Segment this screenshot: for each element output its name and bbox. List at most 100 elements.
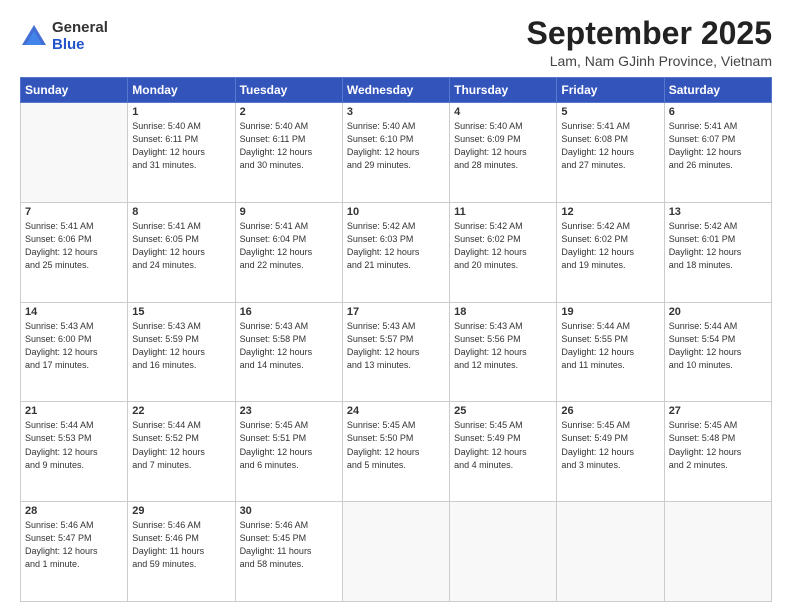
day-number: 6 [669, 106, 767, 118]
table-row: 13Sunrise: 5:42 AM Sunset: 6:01 PM Dayli… [664, 202, 771, 302]
table-row [664, 502, 771, 602]
logo-icon [20, 23, 48, 51]
table-row: 12 Sunrise: 5:42 AM Sunset: 6:02 PM Dayli… [557, 202, 664, 302]
day-number: 11 [454, 206, 552, 218]
logo-text: General Blue [52, 20, 108, 53]
table-row: 16Sunrise: 5:43 AM Sunset: 5:58 PM Dayli… [235, 302, 342, 402]
day-info: Sunrise: 5:40 AM Sunset: 6:11 PM Dayligh… [132, 120, 230, 172]
day-info: Sunrise: 5:46 AM Sunset: 5:46 PM Dayligh… [132, 519, 230, 571]
day-info: Sunrise: 5:44 AM Sunset: 5:52 PM Dayligh… [132, 419, 230, 471]
table-row: 30 Sunrise: 5:46 AM Sunset: 5:45 PM Dayli… [235, 502, 342, 602]
table-row: 27 Sunrise: 5:45 AM Sunset: 5:48 PM Dayli… [664, 402, 771, 502]
table-row: 7 Sunrise: 5:41 AM Sunset: 6:06 PM Daylig… [21, 202, 128, 302]
day-info: Sunrise: 5:42 AM Sunset: 6:02 PM Dayligh… [561, 220, 659, 272]
calendar-week-row: 1 Sunrise: 5:40 AM Sunset: 6:11 PM Daylig… [21, 103, 772, 203]
day-info: Sunrise: 5:41 AM Sunset: 6:05 PM Dayligh… [132, 220, 230, 272]
day-info: Sunrise: 5:40 AM Sunset: 6:09 PM Dayligh… [454, 120, 552, 172]
location-subtitle: Lam, Nam GJinh Province, Vietnam [527, 53, 772, 69]
day-info: Sunrise: 5:45 AM Sunset: 5:50 PM Dayligh… [347, 419, 445, 471]
day-info: Sunrise: 5:41 AM Sunset: 6:08 PM Dayligh… [561, 120, 659, 172]
day-number: 4 [454, 106, 552, 118]
day-number: 2 [240, 106, 338, 118]
logo-blue-text: Blue [52, 37, 108, 54]
day-number: 13 [669, 206, 767, 218]
table-row: 19 Sunrise: 5:44 AM Sunset: 5:55 PM Dayli… [557, 302, 664, 402]
col-thursday: Thursday [450, 78, 557, 103]
table-row: 8 Sunrise: 5:41 AM Sunset: 6:05 PM Daylig… [128, 202, 235, 302]
title-block: September 2025 Lam, Nam GJinh Province, … [527, 16, 772, 69]
day-info: Sunrise: 5:45 AM Sunset: 5:48 PM Dayligh… [669, 419, 767, 471]
calendar-week-row: 28 Sunrise: 5:46 AM Sunset: 5:47 PM Dayli… [21, 502, 772, 602]
day-number: 12 [561, 206, 659, 218]
day-number: 17 [347, 306, 445, 318]
day-info: Sunrise: 5:42 AM Sunset: 6:03 PM Dayligh… [347, 220, 445, 272]
day-info: Sunrise: 5:43 AM Sunset: 5:59 PM Dayligh… [132, 320, 230, 372]
header: General Blue September 2025 Lam, Nam GJi… [20, 16, 772, 69]
day-number: 7 [25, 206, 123, 218]
table-row: 25Sunrise: 5:45 AM Sunset: 5:49 PM Dayli… [450, 402, 557, 502]
day-number: 30 [240, 505, 338, 517]
table-row: 23 Sunrise: 5:45 AM Sunset: 5:51 PM Dayli… [235, 402, 342, 502]
day-number: 9 [240, 206, 338, 218]
month-title: September 2025 [527, 16, 772, 51]
table-row [557, 502, 664, 602]
table-row: 9 Sunrise: 5:41 AM Sunset: 6:04 PM Daylig… [235, 202, 342, 302]
calendar-week-row: 7 Sunrise: 5:41 AM Sunset: 6:06 PM Daylig… [21, 202, 772, 302]
day-number: 20 [669, 306, 767, 318]
logo-general-text: General [52, 20, 108, 37]
day-info: Sunrise: 5:41 AM Sunset: 6:06 PM Dayligh… [25, 220, 123, 272]
day-info: Sunrise: 5:45 AM Sunset: 5:49 PM Dayligh… [561, 419, 659, 471]
calendar-header-row: Sunday Monday Tuesday Wednesday Thursday… [21, 78, 772, 103]
col-friday: Friday [557, 78, 664, 103]
day-number: 1 [132, 106, 230, 118]
day-number: 23 [240, 405, 338, 417]
logo: General Blue [20, 20, 108, 53]
day-number: 25 [454, 405, 552, 417]
day-number: 19 [561, 306, 659, 318]
day-number: 15 [132, 306, 230, 318]
table-row: 17 Sunrise: 5:43 AM Sunset: 5:57 PM Dayli… [342, 302, 449, 402]
table-row [21, 103, 128, 203]
day-info: Sunrise: 5:46 AM Sunset: 5:45 PM Dayligh… [240, 519, 338, 571]
col-tuesday: Tuesday [235, 78, 342, 103]
day-info: Sunrise: 5:41 AM Sunset: 6:04 PM Dayligh… [240, 220, 338, 272]
calendar-week-row: 14Sunrise: 5:43 AM Sunset: 6:00 PM Dayli… [21, 302, 772, 402]
day-number: 22 [132, 405, 230, 417]
table-row: 26 Sunrise: 5:45 AM Sunset: 5:49 PM Dayli… [557, 402, 664, 502]
day-number: 28 [25, 505, 123, 517]
table-row: 1 Sunrise: 5:40 AM Sunset: 6:11 PM Daylig… [128, 103, 235, 203]
table-row: 21Sunrise: 5:44 AM Sunset: 5:53 PM Dayli… [21, 402, 128, 502]
table-row [342, 502, 449, 602]
day-number: 5 [561, 106, 659, 118]
day-number: 26 [561, 405, 659, 417]
day-number: 8 [132, 206, 230, 218]
day-info: Sunrise: 5:43 AM Sunset: 5:57 PM Dayligh… [347, 320, 445, 372]
calendar-week-row: 21Sunrise: 5:44 AM Sunset: 5:53 PM Dayli… [21, 402, 772, 502]
table-row: 20 Sunrise: 5:44 AM Sunset: 5:54 PM Dayli… [664, 302, 771, 402]
day-info: Sunrise: 5:44 AM Sunset: 5:54 PM Dayligh… [669, 320, 767, 372]
table-row: 11 Sunrise: 5:42 AM Sunset: 6:02 PM Dayli… [450, 202, 557, 302]
day-info: Sunrise: 5:44 AM Sunset: 5:55 PM Dayligh… [561, 320, 659, 372]
col-saturday: Saturday [664, 78, 771, 103]
table-row: 2Sunrise: 5:40 AM Sunset: 6:11 PM Daylig… [235, 103, 342, 203]
day-number: 27 [669, 405, 767, 417]
day-number: 18 [454, 306, 552, 318]
table-row: 14Sunrise: 5:43 AM Sunset: 6:00 PM Dayli… [21, 302, 128, 402]
day-number: 29 [132, 505, 230, 517]
day-info: Sunrise: 5:42 AM Sunset: 6:02 PM Dayligh… [454, 220, 552, 272]
day-info: Sunrise: 5:43 AM Sunset: 5:58 PM Dayligh… [240, 320, 338, 372]
day-info: Sunrise: 5:46 AM Sunset: 5:47 PM Dayligh… [25, 519, 123, 571]
day-info: Sunrise: 5:45 AM Sunset: 5:51 PM Dayligh… [240, 419, 338, 471]
day-number: 21 [25, 405, 123, 417]
table-row: 5 Sunrise: 5:41 AM Sunset: 6:08 PM Daylig… [557, 103, 664, 203]
table-row [450, 502, 557, 602]
table-row: 24Sunrise: 5:45 AM Sunset: 5:50 PM Dayli… [342, 402, 449, 502]
page: General Blue September 2025 Lam, Nam GJi… [0, 0, 792, 612]
day-info: Sunrise: 5:43 AM Sunset: 5:56 PM Dayligh… [454, 320, 552, 372]
col-sunday: Sunday [21, 78, 128, 103]
day-info: Sunrise: 5:40 AM Sunset: 6:10 PM Dayligh… [347, 120, 445, 172]
table-row: 18 Sunrise: 5:43 AM Sunset: 5:56 PM Dayli… [450, 302, 557, 402]
day-info: Sunrise: 5:43 AM Sunset: 6:00 PM Dayligh… [25, 320, 123, 372]
col-wednesday: Wednesday [342, 78, 449, 103]
table-row: 29 Sunrise: 5:46 AM Sunset: 5:46 PM Dayli… [128, 502, 235, 602]
